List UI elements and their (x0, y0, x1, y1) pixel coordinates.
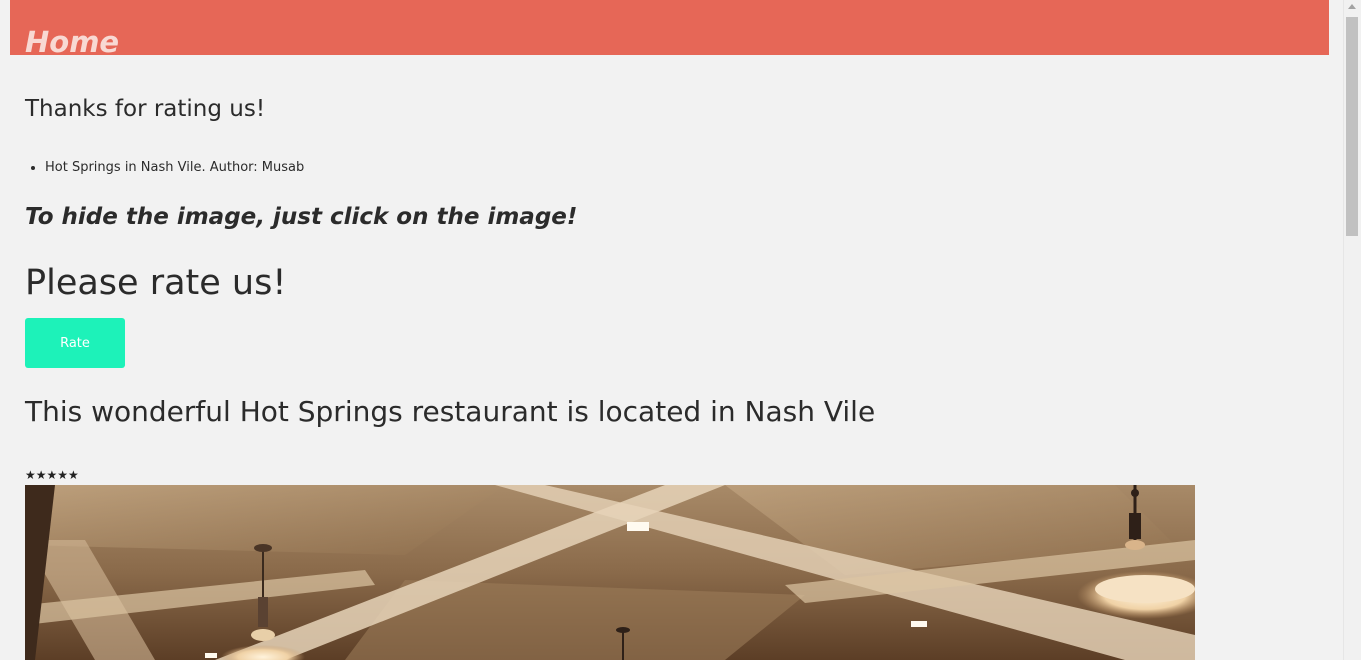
scroll-up-arrow-icon[interactable] (1348, 4, 1356, 9)
page-title[interactable]: Home (25, 24, 119, 55)
rate-button[interactable]: Rate (25, 318, 125, 368)
rate-prompt-heading: Please rate us! (25, 263, 287, 303)
thanks-heading: Thanks for rating us! (25, 96, 266, 122)
restaurant-heading: This wonderful Hot Springs restaurant is… (25, 395, 876, 428)
hide-image-hint: To hide the image, just click on the ima… (25, 204, 578, 230)
star-rating: ★★★★★ (25, 468, 79, 482)
review-list: Hot Springs in Nash Vile. Author: Musab (25, 158, 304, 178)
page: Home Thanks for rating us! Hot Springs i… (0, 0, 1361, 660)
vertical-scrollbar[interactable] (1343, 0, 1361, 660)
scrollbar-thumb[interactable] (1346, 17, 1358, 236)
page-header: Home (10, 0, 1329, 55)
list-item: Hot Springs in Nash Vile. Author: Musab (45, 158, 304, 178)
restaurant-photo[interactable] (25, 485, 1195, 660)
